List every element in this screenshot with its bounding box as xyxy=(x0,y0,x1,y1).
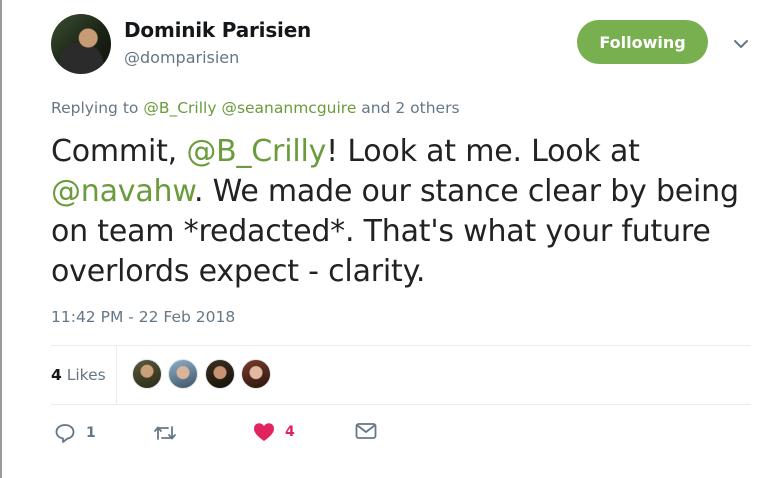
likes-summary[interactable]: 4 Likes xyxy=(51,366,106,384)
divider xyxy=(116,346,117,404)
like-count: 4 xyxy=(285,424,295,440)
tweet-text: Commit, @B_Crilly! Look at me. Look at @… xyxy=(51,132,751,292)
replying-to-label: Replying to xyxy=(51,99,139,117)
retweet-icon xyxy=(154,426,176,440)
reply-button[interactable]: 1 xyxy=(54,422,96,444)
following-button[interactable]: Following xyxy=(577,20,708,64)
liker-avatar[interactable] xyxy=(205,359,235,389)
retweet-button[interactable] xyxy=(152,422,188,444)
divider xyxy=(51,345,751,346)
reply-mention-link[interactable]: @B_Crilly xyxy=(143,99,216,117)
likes-label: Likes xyxy=(66,366,106,384)
tweet-text-segment: Commit, xyxy=(51,134,187,169)
divider xyxy=(51,404,751,405)
like-button[interactable]: 4 xyxy=(253,422,295,442)
direct-message-button[interactable] xyxy=(355,422,377,440)
avatar[interactable] xyxy=(51,14,111,74)
heart-icon xyxy=(254,423,274,441)
tweet-text-segment: ! Look at me. Look at xyxy=(326,134,640,169)
reply-mention-link[interactable]: @seananmcguire xyxy=(221,99,356,117)
likes-count: 4 xyxy=(51,366,62,384)
chevron-down-icon[interactable] xyxy=(731,34,751,54)
reply-others-link[interactable]: and 2 others xyxy=(361,99,459,117)
display-name[interactable]: Dominik Parisien xyxy=(124,18,311,42)
liker-avatar[interactable] xyxy=(241,359,271,389)
window-edge xyxy=(0,0,2,478)
mention-link[interactable]: @B_Crilly xyxy=(186,134,326,169)
liker-avatar[interactable] xyxy=(132,359,162,389)
liker-avatar[interactable] xyxy=(168,359,198,389)
timestamp[interactable]: 11:42 PM - 22 Feb 2018 xyxy=(51,308,235,326)
envelope-icon xyxy=(355,423,377,439)
user-handle[interactable]: @domparisien xyxy=(124,48,239,67)
reply-count: 1 xyxy=(86,425,96,441)
reply-icon xyxy=(55,424,75,443)
mention-link[interactable]: @navahw xyxy=(51,174,194,209)
replying-to: Replying to @B_Crilly @seananmcguire and… xyxy=(51,99,460,117)
